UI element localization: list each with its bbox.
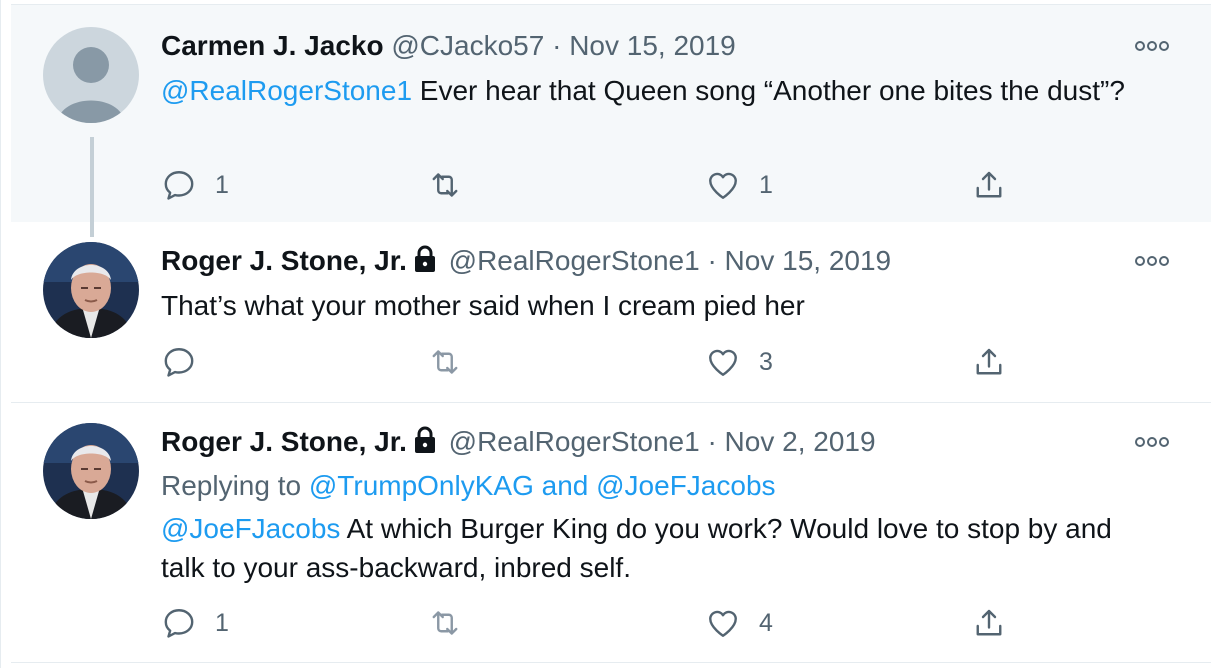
display-name[interactable]: Roger J. Stone, Jr. (161, 426, 407, 457)
like-count: 3 (759, 347, 773, 376)
mention-link[interactable]: @JoeFJacobs (161, 513, 340, 544)
like-button[interactable]: 3 (705, 342, 773, 382)
reply-count: 1 (215, 608, 229, 637)
tweet-text: @RealRogerStone1 Ever hear that Queen so… (161, 71, 1151, 110)
tweet-body-text: Ever hear that Queen song “Another one b… (412, 75, 1125, 106)
retweet-button[interactable] (427, 603, 481, 643)
like-count: 4 (759, 608, 773, 637)
share-button[interactable] (971, 165, 1007, 205)
tweet-date[interactable]: Nov 15, 2019 (569, 30, 736, 61)
heart-icon (709, 610, 737, 637)
speech-bubble-icon (164, 171, 194, 200)
speech-bubble-icon (164, 609, 194, 638)
lock-icon (413, 245, 437, 281)
reply-button[interactable]: 1 (161, 603, 229, 643)
speech-bubble-icon (164, 348, 194, 377)
heart-icon (709, 172, 737, 199)
display-name[interactable]: Carmen J. Jacko (161, 30, 384, 61)
share-button[interactable] (971, 342, 1007, 382)
tweet-actions: 1 1 (161, 165, 1061, 205)
tweet-date[interactable]: Nov 15, 2019 (725, 245, 892, 276)
share-icon (976, 171, 1002, 198)
lock-icon (413, 426, 437, 462)
separator-dot: · (552, 30, 562, 61)
display-name[interactable]: Roger J. Stone, Jr. (161, 245, 407, 276)
like-button[interactable]: 4 (705, 603, 773, 643)
tweet-carmen[interactable]: Carmen J. Jacko @CJacko57 · Nov 15, 2019… (11, 4, 1211, 237)
reply-count: 1 (215, 170, 229, 199)
user-handle[interactable]: @RealRogerStone1 (449, 245, 700, 276)
reply-button[interactable]: 1 (161, 165, 229, 205)
retweet-icon (432, 611, 458, 635)
tweet-stone-reply[interactable]: Roger J. Stone, Jr. @RealRogerStone1 · N… (11, 222, 1211, 403)
replying-to: Replying to @TrumpOnlyKAG and @JoeFJacob… (161, 469, 776, 503)
like-count: 1 (759, 170, 773, 199)
tweet-actions: 1 4 (161, 603, 1061, 643)
share-button[interactable] (971, 603, 1007, 643)
like-button[interactable]: 1 (705, 165, 773, 205)
share-icon (976, 609, 1002, 636)
timeline: Carmen J. Jacko @CJacko57 · Nov 15, 2019… (0, 0, 1232, 668)
retweet-icon (432, 173, 458, 197)
share-icon (976, 348, 1002, 375)
reply-button[interactable] (161, 342, 215, 382)
more-options-icon[interactable] (1135, 254, 1169, 266)
tweet-actions: 3 (161, 342, 1061, 382)
replying-to-links[interactable]: @TrumpOnlyKAG and @JoeFJacobs (309, 470, 776, 501)
heart-icon (709, 349, 737, 376)
mention-link[interactable]: @RealRogerStone1 (161, 75, 412, 106)
tweet-header: Roger J. Stone, Jr. @RealRogerStone1 · N… (161, 425, 876, 462)
tweet-header: Carmen J. Jacko @CJacko57 · Nov 15, 2019 (161, 29, 736, 63)
default-avatar[interactable] (43, 27, 139, 123)
replying-prefix: Replying to (161, 470, 309, 501)
tweet-stone-burger[interactable]: Roger J. Stone, Jr. @RealRogerStone1 · N… (11, 403, 1211, 663)
tweet-date[interactable]: Nov 2, 2019 (725, 426, 876, 457)
tweet-text: That’s what your mother said when I crea… (161, 290, 805, 321)
separator-dot: · (707, 426, 717, 457)
more-options-icon[interactable] (1135, 435, 1169, 447)
separator-dot: · (707, 245, 717, 276)
retweet-button[interactable] (427, 165, 481, 205)
tweet-text: @JoeFJacobs At which Burger King do you … (161, 509, 1151, 587)
tweet-header: Roger J. Stone, Jr. @RealRogerStone1 · N… (161, 244, 891, 281)
user-handle[interactable]: @CJacko57 (391, 30, 544, 61)
retweet-button[interactable] (427, 342, 481, 382)
retweet-icon (432, 350, 458, 374)
profile-avatar[interactable] (43, 423, 139, 519)
user-handle[interactable]: @RealRogerStone1 (449, 426, 700, 457)
more-options-icon[interactable] (1135, 39, 1169, 51)
profile-avatar[interactable] (43, 242, 139, 338)
